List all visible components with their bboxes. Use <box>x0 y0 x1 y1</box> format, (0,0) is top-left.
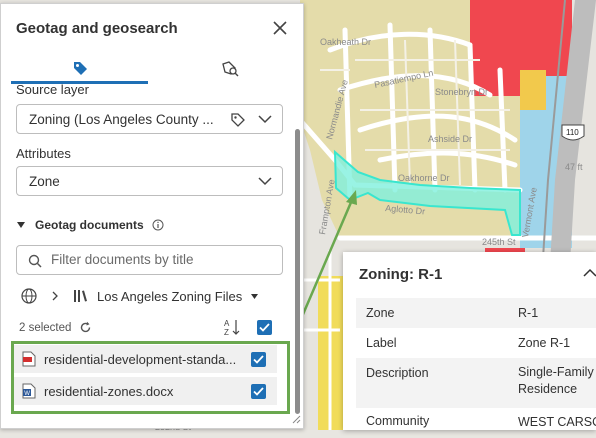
attributes-label: Attributes <box>16 146 71 161</box>
svg-text:Ashside Dr: Ashside Dr <box>428 134 472 144</box>
source-layer-select[interactable]: Zoning (Los Angeles County ... <box>16 104 283 134</box>
chevron-right-icon <box>52 291 58 301</box>
section-title: Geotag documents <box>35 218 144 232</box>
refresh-icon[interactable] <box>79 321 92 334</box>
tag-search-icon <box>221 61 238 77</box>
search-icon <box>28 254 42 268</box>
globe-icon[interactable] <box>21 288 37 304</box>
attributes-select[interactable]: Zone <box>16 166 283 196</box>
caret-down-icon <box>17 222 25 228</box>
chevron-down-icon <box>258 177 272 186</box>
elevation-label: 47 ft <box>565 162 583 172</box>
resize-grip-icon[interactable] <box>291 414 301 424</box>
scrollbar[interactable] <box>295 129 300 414</box>
popup-row: Label Zone R-1 <box>366 336 571 350</box>
checkmark-icon <box>259 323 270 332</box>
document-filter[interactable] <box>16 245 283 275</box>
tab-geosearch[interactable] <box>161 54 298 84</box>
popup-row: Zone R-1 <box>356 298 596 328</box>
chevron-down-icon <box>258 115 272 124</box>
popup-row: Description Single-Family Residence <box>356 358 596 408</box>
popup-title: Zoning: R-1 <box>359 266 443 283</box>
geotag-documents-header[interactable]: Geotag documents <box>16 216 164 234</box>
breadcrumb-folder[interactable]: Los Angeles Zoning Files <box>97 289 242 304</box>
close-icon[interactable] <box>271 19 289 37</box>
svg-text:Oakheath Dr: Oakheath Dr <box>320 37 371 47</box>
selected-count: 2 selected <box>19 321 72 334</box>
svg-text:Z: Z <box>224 328 229 336</box>
sort-az-icon[interactable]: AZ <box>223 318 241 336</box>
highlight-box <box>11 341 290 414</box>
info-icon[interactable] <box>152 219 164 231</box>
source-layer-label: Source layer <box>16 82 89 97</box>
selection-bar: 2 selected <box>19 321 92 334</box>
breadcrumb: Los Angeles Zoning Files <box>21 285 259 307</box>
svg-text:110: 110 <box>566 128 579 137</box>
svg-text:245th St: 245th St <box>482 237 516 247</box>
tag-icon <box>73 61 87 75</box>
panel-title: Geotag and geosearch <box>16 20 178 37</box>
tab-geotag[interactable] <box>11 54 148 84</box>
feature-popup: Zoning: R-1 Zone R-1 Label Zone R-1 Descri… <box>343 252 596 430</box>
attributes-value: Zone <box>29 174 60 189</box>
highway-shield-icon: 110 <box>561 124 585 141</box>
chevron-up-icon[interactable] <box>583 268 596 278</box>
source-layer-value: Zoning (Los Angeles County ... <box>29 112 214 127</box>
svg-text:A: A <box>224 319 230 328</box>
svg-text:Stonebryn Dr: Stonebryn Dr <box>435 87 488 97</box>
popup-row: CommunityWEST CARSON <box>366 414 596 429</box>
tag-icon <box>231 113 245 127</box>
library-icon <box>74 290 87 302</box>
document-filter-input[interactable] <box>51 252 271 267</box>
svg-text:Oakhorne Dr: Oakhorne Dr <box>398 173 450 183</box>
geotag-panel: Geotag and geosearch Source layer Zoning… <box>0 3 304 429</box>
select-all-checkbox[interactable] <box>257 320 272 335</box>
caret-down-icon[interactable] <box>250 293 259 300</box>
